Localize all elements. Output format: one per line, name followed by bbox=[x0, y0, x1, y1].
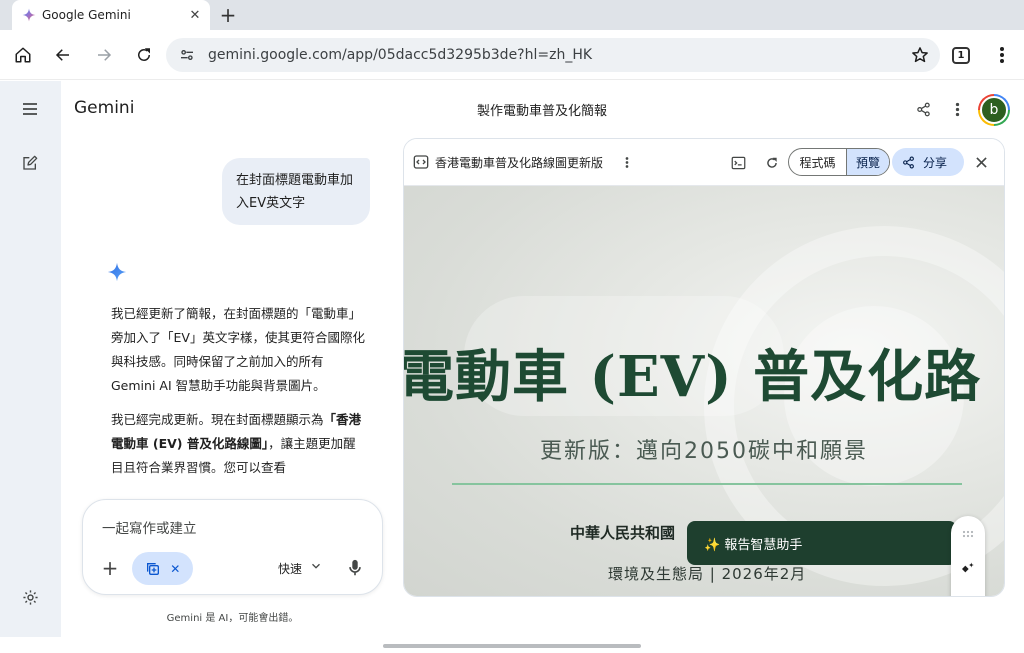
home-icon[interactable] bbox=[8, 40, 38, 70]
tab-preview[interactable]: 預覽 bbox=[846, 149, 889, 175]
site-settings-icon[interactable] bbox=[178, 46, 196, 64]
tab-strip: Google Gemini ✕ + bbox=[0, 0, 1024, 30]
new-tab-button[interactable]: + bbox=[216, 3, 240, 27]
browser-toolbar: gemini.google.com/app/05dacc5d3295b3de?h… bbox=[0, 30, 1024, 80]
avatar[interactable]: b bbox=[978, 94, 1010, 126]
gemini-favicon bbox=[22, 8, 36, 22]
avatar-letter: b bbox=[980, 96, 1008, 124]
gesture-bar bbox=[383, 644, 641, 648]
model-response: 我已經更新了簡報，在封面標題的「電動車」旁加入了「EV」英文字樣，使其更符合國際… bbox=[111, 302, 365, 498]
new-chat-icon[interactable] bbox=[15, 148, 45, 178]
conversation-title[interactable]: 製作電動車普及化簡報 bbox=[0, 100, 1024, 119]
close-icon[interactable]: ✕ bbox=[184, 4, 206, 26]
forward-icon[interactable] bbox=[89, 40, 119, 70]
mic-icon[interactable] bbox=[344, 556, 366, 580]
drag-handle-icon[interactable] bbox=[958, 524, 978, 544]
add-attachment-button[interactable]: + bbox=[97, 555, 123, 581]
slide-subtitle: 更新版：邁向2050碳中和願景 bbox=[540, 439, 868, 464]
reload-icon[interactable] bbox=[129, 40, 159, 70]
code-icon bbox=[413, 155, 429, 169]
prompt-input[interactable]: 一起寫作或建立 bbox=[102, 517, 197, 537]
tab-code[interactable]: 程式碼 bbox=[789, 149, 846, 175]
settings-icon[interactable] bbox=[15, 582, 45, 612]
user-message: 在封面標題電動車加入EV英文字 bbox=[222, 158, 370, 225]
share-icon[interactable] bbox=[910, 96, 936, 122]
more-vert-icon[interactable] bbox=[990, 42, 1014, 68]
disclaimer: Gemini 是 AI，可能會出錯。 bbox=[166, 613, 299, 624]
canvas-tool-chip[interactable]: ✕ bbox=[132, 552, 193, 585]
url-text: gemini.google.com/app/05dacc5d3295b3de?h… bbox=[208, 47, 593, 63]
share-label: 分享 bbox=[923, 155, 948, 170]
scroll-fade bbox=[100, 470, 380, 500]
slide-title: 電動車 (EV) 普及化路 bbox=[404, 344, 982, 410]
browser-tab[interactable]: Google Gemini ✕ bbox=[12, 0, 210, 30]
tab-count-button[interactable]: 1 bbox=[952, 47, 970, 64]
model-mode-selector[interactable]: 快速 bbox=[278, 560, 302, 577]
more-vert-icon[interactable] bbox=[618, 152, 636, 172]
close-icon[interactable] bbox=[970, 151, 992, 173]
terminal-icon[interactable] bbox=[727, 152, 749, 174]
address-bar[interactable]: gemini.google.com/app/05dacc5d3295b3de?h… bbox=[166, 38, 940, 72]
tab-title: Google Gemini bbox=[42, 8, 131, 22]
side-rail bbox=[0, 81, 61, 637]
canvas-doc-name[interactable]: 香港電動車普及化路線圖更新版 bbox=[435, 154, 603, 171]
prompt-composer[interactable]: 一起寫作或建立 + ✕ 快速 bbox=[82, 499, 383, 595]
back-icon[interactable] bbox=[48, 40, 78, 70]
divider bbox=[452, 483, 962, 485]
canvas-tool-icon bbox=[146, 562, 159, 575]
reload-icon[interactable] bbox=[761, 152, 783, 174]
share-icon bbox=[903, 156, 914, 168]
close-icon[interactable]: ✕ bbox=[170, 562, 180, 576]
response-paragraph: 我已經更新了簡報，在封面標題的「電動車」旁加入了「EV」英文字樣，使其更符合國際… bbox=[111, 306, 365, 393]
star-icon[interactable] bbox=[908, 43, 932, 67]
report-assistant-button[interactable]: ✨ 報告智慧助手 bbox=[687, 521, 957, 565]
canvas-panel: 香港電動車普及化路線圖更新版 程式碼 預覽 分享 電動車 (EV) 普及化路 更… bbox=[403, 138, 1005, 597]
collapse-icon[interactable] bbox=[958, 594, 978, 596]
view-toggle: 程式碼 預覽 bbox=[788, 148, 890, 176]
slide-department-date: 環境及生態局 | 2026年2月 bbox=[608, 565, 807, 583]
chevron-down-icon[interactable] bbox=[309, 559, 323, 573]
slide-preview: 電動車 (EV) 普及化路 更新版：邁向2050碳中和願景 中華人民共和國 環境… bbox=[404, 186, 1004, 596]
share-button[interactable]: 分享 bbox=[892, 148, 964, 176]
floating-edit-toolbar bbox=[951, 516, 985, 596]
more-vert-icon[interactable] bbox=[944, 96, 970, 122]
slide-organization: 中華人民共和國 bbox=[570, 524, 676, 542]
canvas-header: 香港電動車普及化路線圖更新版 程式碼 預覽 分享 bbox=[404, 139, 1004, 186]
magic-edit-icon[interactable] bbox=[958, 559, 978, 579]
gemini-spark-icon bbox=[107, 262, 127, 282]
